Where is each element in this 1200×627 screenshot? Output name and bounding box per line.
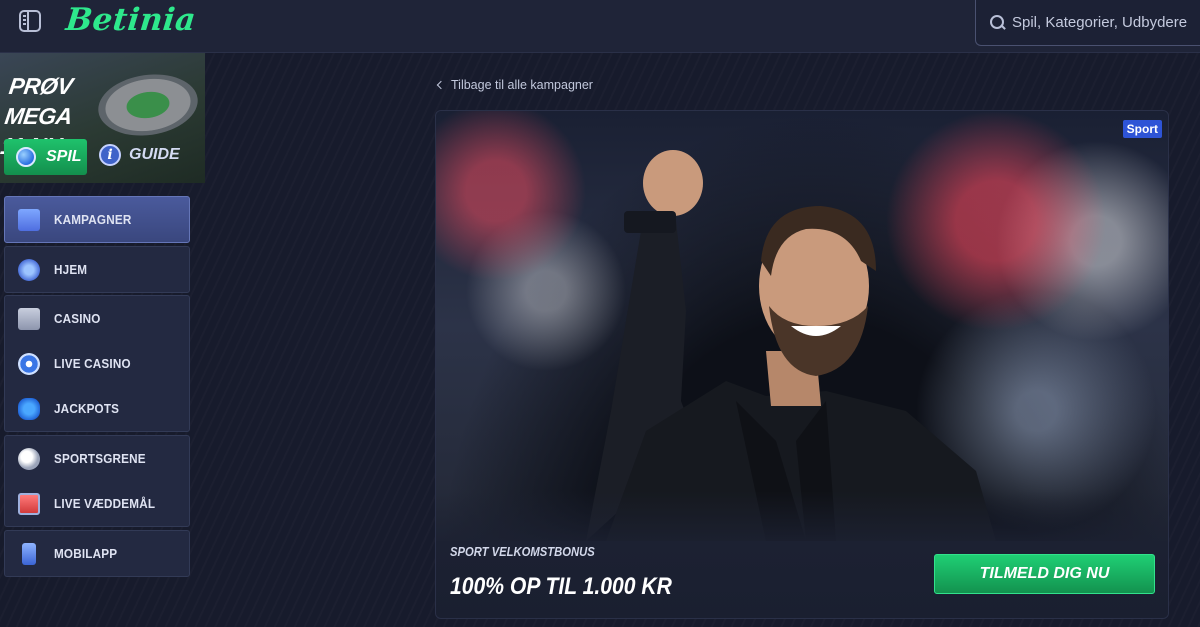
chevron-left-icon <box>436 80 446 90</box>
sidebar-item-mobilapp[interactable]: MOBILAPP <box>5 531 189 576</box>
sidebar-item-sportsgrene[interactable]: SPORTSGRENE <box>5 436 189 481</box>
nav-group-sports: SPORTSGRENE LIVE VÆDDEMÅL <box>4 435 190 527</box>
gift-icon <box>18 208 40 231</box>
brand-logo[interactable]: Betinia <box>64 2 198 38</box>
phone-icon <box>22 542 36 565</box>
clover-icon <box>18 397 40 420</box>
soccer-ball-icon <box>18 447 40 470</box>
sidebar-item-jackpots[interactable]: JACKPOTS <box>5 386 189 431</box>
signup-button[interactable]: TILMELD DIG NU <box>934 554 1155 594</box>
search-icon <box>990 15 1005 30</box>
sidebar-item-hjem[interactable]: HJEM <box>5 247 189 292</box>
celebrating-man-illustration <box>586 150 996 541</box>
sidebar: PRØV MEGA 11 NU SPIL i GUIDE KAMPAGNER H… <box>0 53 205 627</box>
nav-group-mobile: MOBILAPP <box>4 530 190 577</box>
nav-group-casino: CASINO LIVE CASINO JACKPOTS <box>4 295 190 432</box>
live-tv-icon <box>18 492 40 515</box>
nav-group-campaigns: KAMPAGNER <box>4 196 190 243</box>
slot-machine-icon <box>18 307 40 330</box>
guide-button[interactable]: i GUIDE <box>99 144 180 166</box>
home-icon <box>18 258 40 281</box>
campaign-card: Sport SPORT VELKOMSTBONUS 100% OP TIL 1.… <box>435 110 1169 619</box>
offer-headline: 100% OP TIL 1.000 KR <box>450 573 672 600</box>
sport-badge: Sport <box>1122 120 1162 138</box>
offer-kicker: SPORT VELKOMSTBONUS <box>450 545 595 559</box>
search-input[interactable]: Spil, Kategorier, Udbydere <box>975 0 1200 46</box>
sidebar-item-kampagner[interactable]: KAMPAGNER <box>5 197 189 242</box>
sidebar-toggle-icon[interactable] <box>19 10 41 32</box>
back-to-campaigns-link[interactable]: Tilbage til alle kampagner <box>436 78 593 92</box>
play-button[interactable]: SPIL <box>4 139 87 175</box>
promo-banner[interactable]: PRØV MEGA 11 NU SPIL i GUIDE <box>0 53 205 183</box>
nav-group-home: HJEM <box>4 246 190 293</box>
info-icon: i <box>99 144 121 166</box>
sidebar-item-live-vaeddemaal[interactable]: LIVE VÆDDEMÅL <box>5 481 189 526</box>
ball-icon <box>16 147 36 167</box>
search-placeholder: Spil, Kategorier, Udbydere <box>1012 14 1188 31</box>
sidebar-item-live-casino[interactable]: LIVE CASINO <box>5 341 189 386</box>
top-bar: Betinia Spil, Kategorier, Udbydere <box>0 0 1200 53</box>
casino-chip-icon <box>18 352 40 375</box>
sidebar-item-casino[interactable]: CASINO <box>5 296 189 341</box>
